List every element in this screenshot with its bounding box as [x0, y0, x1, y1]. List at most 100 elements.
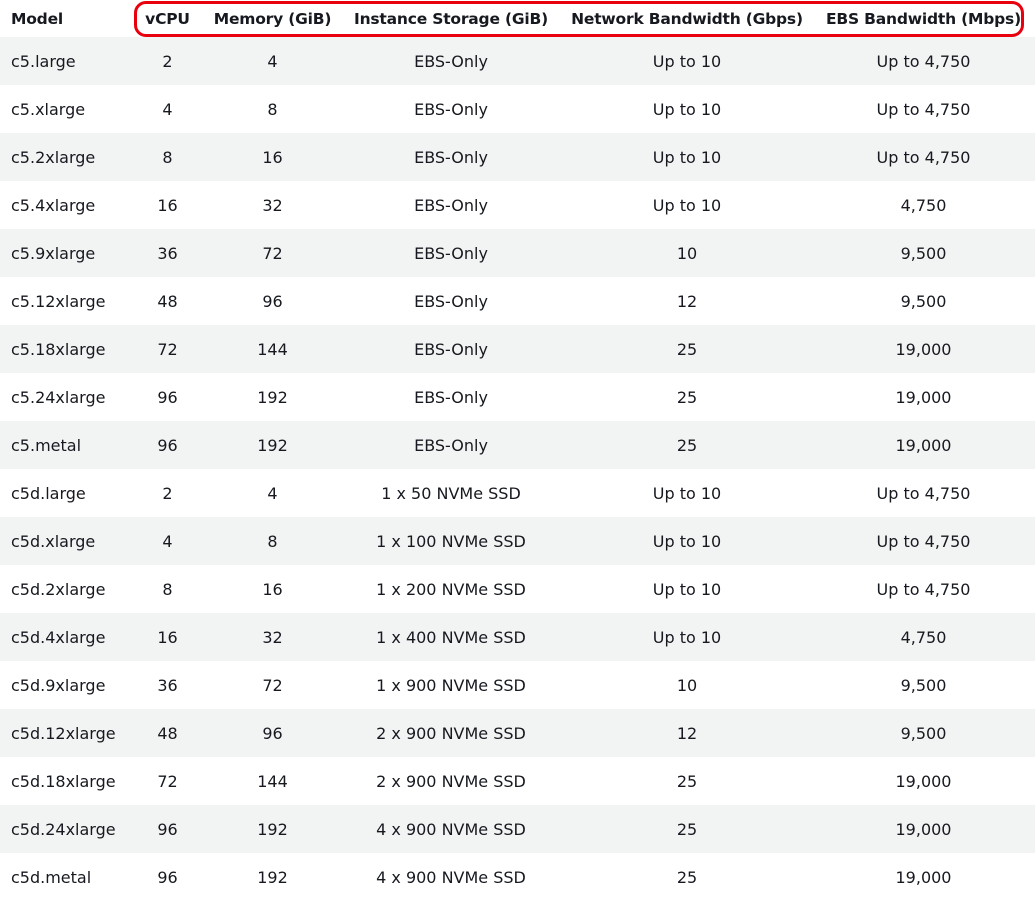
cell-memory: 96 [205, 277, 340, 325]
cell-network-bandwidth: 12 [562, 277, 812, 325]
cell-instance-storage: 1 x 900 NVMe SSD [340, 661, 562, 709]
cell-instance-storage: 4 x 900 NVMe SSD [340, 853, 562, 901]
cell-vcpu: 4 [130, 85, 205, 133]
cell-network-bandwidth: 25 [562, 373, 812, 421]
cell-model: c5.metal [0, 421, 130, 469]
cell-ebs-bandwidth: Up to 4,750 [812, 517, 1035, 565]
cell-vcpu: 48 [130, 277, 205, 325]
cell-network-bandwidth: Up to 10 [562, 181, 812, 229]
cell-vcpu: 96 [130, 805, 205, 853]
cell-memory: 192 [205, 853, 340, 901]
cell-instance-storage: 2 x 900 NVMe SSD [340, 709, 562, 757]
cell-ebs-bandwidth: Up to 4,750 [812, 133, 1035, 181]
cell-instance-storage: EBS-Only [340, 277, 562, 325]
table-row: c5d.2xlarge 8 16 1 x 200 NVMe SSD Up to 10 Up… [0, 565, 1035, 613]
cell-memory: 32 [205, 181, 340, 229]
table-row: c5.4xlarge 16 32 EBS-Only Up to 10 4,750 [0, 181, 1035, 229]
cell-memory: 192 [205, 373, 340, 421]
cell-instance-storage: EBS-Only [340, 133, 562, 181]
cell-memory: 8 [205, 517, 340, 565]
cell-vcpu: 72 [130, 757, 205, 805]
cell-network-bandwidth: 25 [562, 325, 812, 373]
cell-instance-storage: 1 x 50 NVMe SSD [340, 469, 562, 517]
cell-model: c5d.large [0, 469, 130, 517]
cell-instance-storage: EBS-Only [340, 85, 562, 133]
cell-network-bandwidth: 25 [562, 421, 812, 469]
cell-memory: 72 [205, 661, 340, 709]
cell-vcpu: 8 [130, 565, 205, 613]
cell-instance-storage: EBS-Only [340, 373, 562, 421]
cell-vcpu: 36 [130, 661, 205, 709]
cell-ebs-bandwidth: 19,000 [812, 853, 1035, 901]
cell-memory: 16 [205, 133, 340, 181]
cell-memory: 144 [205, 325, 340, 373]
table-row: c5.18xlarge 72 144 EBS-Only 25 19,000 [0, 325, 1035, 373]
cell-ebs-bandwidth: 19,000 [812, 373, 1035, 421]
cell-vcpu: 2 [130, 37, 205, 85]
header-row: Model vCPU Memory (GiB) Instance Storage… [0, 0, 1035, 37]
cell-ebs-bandwidth: 9,500 [812, 229, 1035, 277]
cell-ebs-bandwidth: 9,500 [812, 709, 1035, 757]
cell-ebs-bandwidth: Up to 4,750 [812, 37, 1035, 85]
cell-ebs-bandwidth: 9,500 [812, 277, 1035, 325]
cell-model: c5d.xlarge [0, 517, 130, 565]
cell-instance-storage: EBS-Only [340, 325, 562, 373]
cell-instance-storage: 1 x 100 NVMe SSD [340, 517, 562, 565]
table-row: c5.12xlarge 48 96 EBS-Only 12 9,500 [0, 277, 1035, 325]
cell-network-bandwidth: Up to 10 [562, 517, 812, 565]
cell-instance-storage: 1 x 400 NVMe SSD [340, 613, 562, 661]
cell-network-bandwidth: Up to 10 [562, 565, 812, 613]
cell-network-bandwidth: 25 [562, 853, 812, 901]
table-body: c5.large 2 4 EBS-Only Up to 10 Up to 4,750 c5.… [0, 37, 1035, 901]
cell-ebs-bandwidth: 19,000 [812, 421, 1035, 469]
header-ebs-bandwidth: EBS Bandwidth (Mbps) [812, 0, 1035, 37]
cell-network-bandwidth: Up to 10 [562, 133, 812, 181]
cell-model: c5d.4xlarge [0, 613, 130, 661]
cell-memory: 16 [205, 565, 340, 613]
cell-model: c5d.2xlarge [0, 565, 130, 613]
cell-network-bandwidth: 25 [562, 757, 812, 805]
cell-memory: 8 [205, 85, 340, 133]
table-row: c5d.24xlarge 96 192 4 x 900 NVMe SSD 25 19,00… [0, 805, 1035, 853]
header-instance-storage: Instance Storage (GiB) [340, 0, 562, 37]
cell-model: c5.xlarge [0, 85, 130, 133]
cell-vcpu: 96 [130, 421, 205, 469]
cell-ebs-bandwidth: Up to 4,750 [812, 469, 1035, 517]
cell-memory: 4 [205, 37, 340, 85]
table-row: c5d.12xlarge 48 96 2 x 900 NVMe SSD 12 9,500 [0, 709, 1035, 757]
table-row: c5.metal 96 192 EBS-Only 25 19,000 [0, 421, 1035, 469]
cell-vcpu: 96 [130, 373, 205, 421]
cell-ebs-bandwidth: 4,750 [812, 613, 1035, 661]
header-network-bandwidth: Network Bandwidth (Gbps) [562, 0, 812, 37]
cell-ebs-bandwidth: 19,000 [812, 325, 1035, 373]
cell-vcpu: 36 [130, 229, 205, 277]
table-row: c5.24xlarge 96 192 EBS-Only 25 19,000 [0, 373, 1035, 421]
cell-ebs-bandwidth: 4,750 [812, 181, 1035, 229]
cell-model: c5d.18xlarge [0, 757, 130, 805]
cell-network-bandwidth: 10 [562, 229, 812, 277]
table-row: c5.2xlarge 8 16 EBS-Only Up to 10 Up to 4,750 [0, 133, 1035, 181]
cell-network-bandwidth: 12 [562, 709, 812, 757]
table-row: c5.xlarge 4 8 EBS-Only Up to 10 Up to 4,750 [0, 85, 1035, 133]
cell-vcpu: 16 [130, 613, 205, 661]
cell-model: c5.18xlarge [0, 325, 130, 373]
header-memory: Memory (GiB) [205, 0, 340, 37]
cell-model: c5.4xlarge [0, 181, 130, 229]
header-model: Model [0, 0, 130, 37]
table-row: c5.large 2 4 EBS-Only Up to 10 Up to 4,750 [0, 37, 1035, 85]
cell-ebs-bandwidth: Up to 4,750 [812, 565, 1035, 613]
table-row: c5d.18xlarge 72 144 2 x 900 NVMe SSD 25 19,00… [0, 757, 1035, 805]
cell-model: c5.24xlarge [0, 373, 130, 421]
table-row: c5d.xlarge 4 8 1 x 100 NVMe SSD Up to 10 Up t… [0, 517, 1035, 565]
cell-model: c5d.12xlarge [0, 709, 130, 757]
table-row: c5d.4xlarge 16 32 1 x 400 NVMe SSD Up to 10 4… [0, 613, 1035, 661]
cell-instance-storage: 2 x 900 NVMe SSD [340, 757, 562, 805]
cell-model: c5d.24xlarge [0, 805, 130, 853]
cell-vcpu: 72 [130, 325, 205, 373]
cell-instance-storage: EBS-Only [340, 229, 562, 277]
cell-model: c5.large [0, 37, 130, 85]
cell-vcpu: 2 [130, 469, 205, 517]
cell-model: c5d.9xlarge [0, 661, 130, 709]
cell-ebs-bandwidth: Up to 4,750 [812, 85, 1035, 133]
cell-vcpu: 4 [130, 517, 205, 565]
